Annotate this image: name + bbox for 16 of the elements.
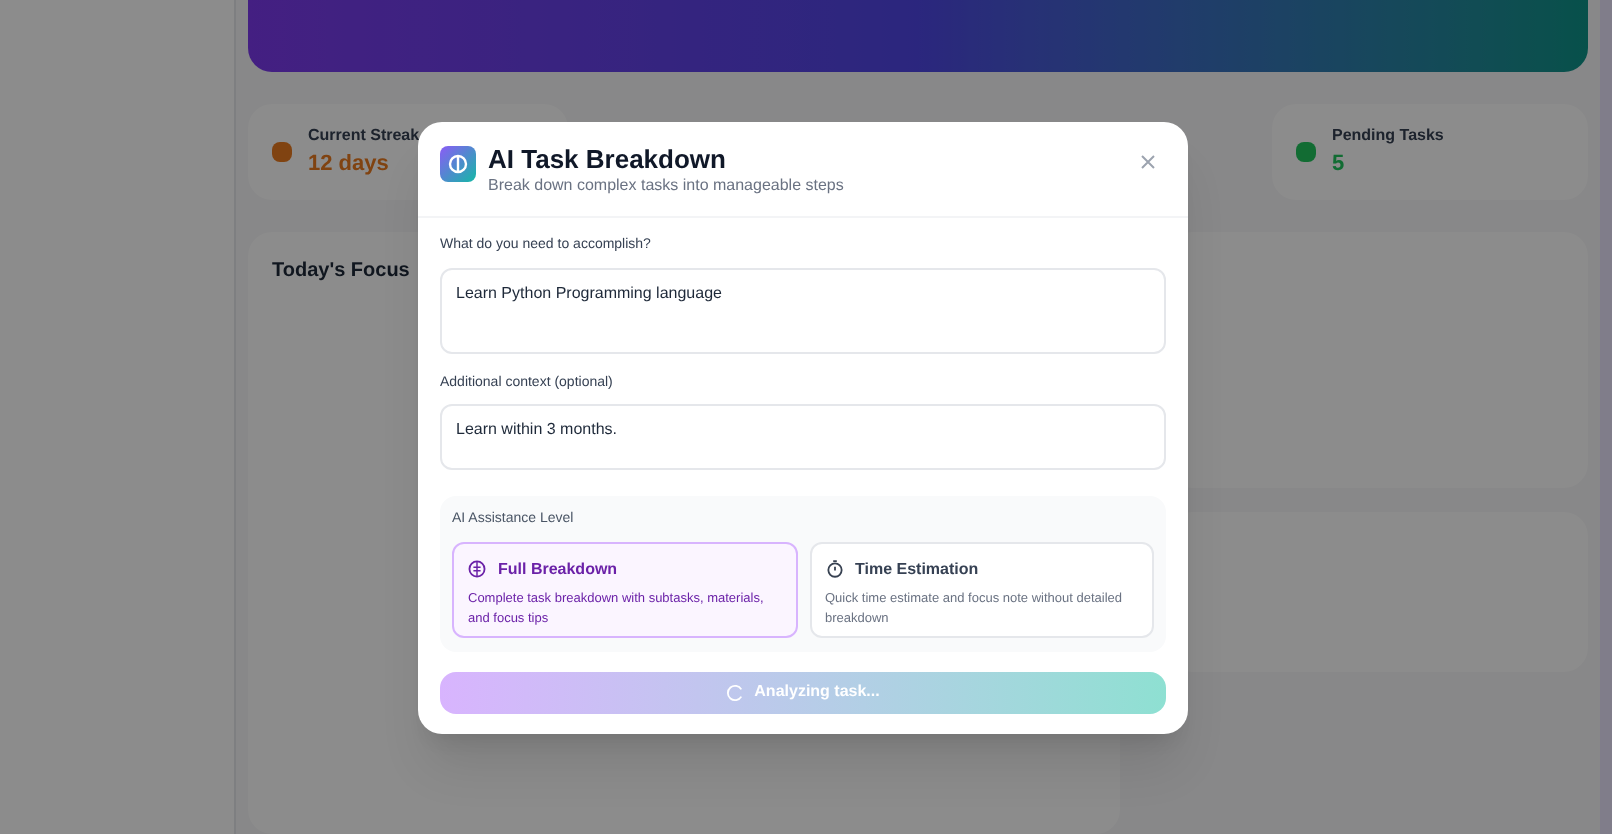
text-area[interactable]: Learn Python Programming language (440, 267, 1166, 353)
stat-value: 5 (1332, 149, 1347, 180)
text-area[interactable]: Learn within 3 months. (440, 404, 1166, 470)
stat-value: 12 days (308, 149, 391, 180)
close-icon (1140, 154, 1156, 170)
stat-icon (1296, 142, 1316, 162)
option-title: Full Breakdown (498, 557, 618, 581)
stat-label: Current Streak (308, 123, 420, 148)
stopwatch-icon (825, 560, 843, 578)
dialog-subtitle: Break down complex tasks into manageable steps (488, 174, 846, 198)
dialog-title: AI Task Breakdown (488, 144, 728, 174)
section-heading: Today's Focus (272, 258, 412, 286)
close-button[interactable] (1136, 150, 1160, 174)
stat-icon (272, 142, 292, 162)
stat-label: Pending Tasks (1332, 123, 1444, 148)
option-title: Time Estimation (855, 557, 979, 581)
